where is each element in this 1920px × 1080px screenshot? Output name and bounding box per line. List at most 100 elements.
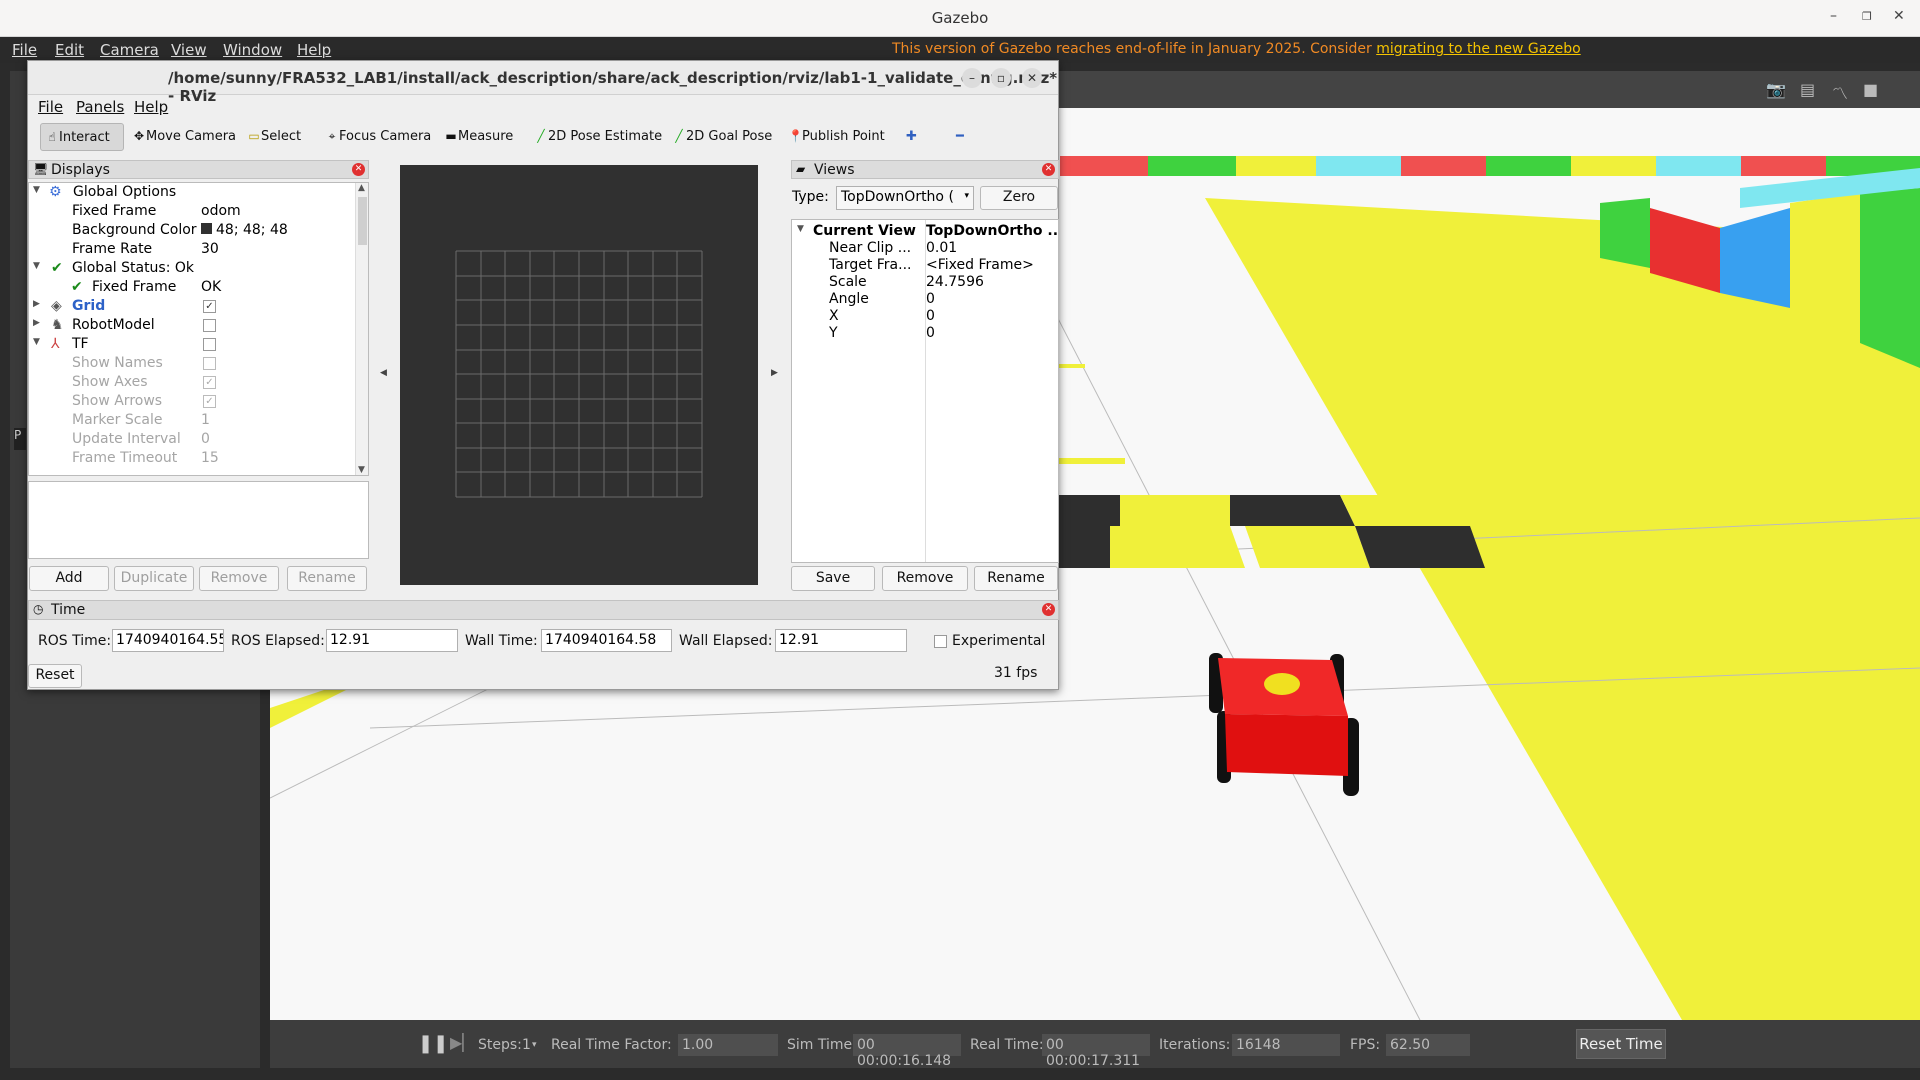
- add-display-button[interactable]: Add: [29, 566, 109, 591]
- tree-row-background-color[interactable]: Background Color 48; 48; 48: [29, 221, 354, 240]
- tree-row-grid[interactable]: ▶ ◈ Grid ✓: [29, 297, 354, 316]
- rviz-3d-view[interactable]: [400, 165, 758, 585]
- tool-measure[interactable]: ▬Measure: [440, 123, 517, 151]
- displays-tree[interactable]: ▼ ⚙ Global Options Fixed Frame odom Backgro…: [28, 182, 369, 476]
- remove-tool-icon[interactable]: ━: [952, 123, 968, 151]
- tree-row-marker-scale[interactable]: Marker Scale 1: [29, 411, 354, 430]
- plot-icon[interactable]: 〽: [1832, 80, 1848, 104]
- maximize-icon[interactable]: ❐: [1862, 10, 1872, 23]
- views-row-scale[interactable]: Scale 24.7596: [792, 273, 1058, 290]
- duplicate-display-button[interactable]: Duplicate: [114, 566, 194, 591]
- tool-interact[interactable]: ☝ Interact: [40, 123, 124, 151]
- robot-model-checkbox[interactable]: [203, 319, 216, 332]
- scroll-thumb[interactable]: [358, 197, 367, 245]
- tree-row-frame-timeout[interactable]: Frame Timeout 15: [29, 449, 354, 468]
- wall-time-field[interactable]: 1740940164.58: [541, 629, 672, 652]
- scroll-down-icon[interactable]: ▼: [358, 465, 365, 475]
- time-reset-button[interactable]: Reset: [28, 664, 82, 688]
- views-row-x[interactable]: X0: [792, 307, 1058, 324]
- rviz-menu-panels[interactable]: Panels: [76, 98, 124, 116]
- tree-row-tf[interactable]: ▼ ⅄ TF: [29, 335, 354, 354]
- step-icon[interactable]: ▶▏: [450, 1033, 475, 1052]
- video-icon[interactable]: ■: [1863, 80, 1878, 99]
- tool-focus-camera[interactable]: ⌖ Focus Camera: [321, 123, 435, 151]
- fps-readout: 31 fps: [994, 665, 1038, 681]
- minimize-icon[interactable]: –: [1830, 8, 1837, 24]
- views-type-dropdown[interactable]: TopDownOrtho ( ▾: [836, 186, 974, 210]
- views-zero-button[interactable]: Zero: [980, 186, 1058, 210]
- menu-window[interactable]: Window: [223, 41, 282, 59]
- scroll-up-icon[interactable]: ▲: [358, 183, 365, 193]
- ros-time-label: ROS Time:: [38, 633, 112, 649]
- add-tool-icon[interactable]: ✚: [902, 123, 921, 151]
- displays-close-icon[interactable]: ✕: [352, 163, 365, 176]
- close-icon[interactable]: ✕: [1893, 8, 1905, 24]
- collapse-right-icon[interactable]: ▶: [771, 368, 778, 378]
- tree-row-global-status[interactable]: ▼ ✔ Global Status: Ok: [29, 259, 354, 278]
- rviz-maximize-icon[interactable]: ▫: [991, 68, 1011, 88]
- menu-help[interactable]: Help: [297, 41, 331, 59]
- reset-time-button[interactable]: Reset Time: [1576, 1029, 1666, 1059]
- chevron-down-icon: ▾: [964, 191, 969, 201]
- views-row-angle[interactable]: Angle 0: [792, 290, 1058, 307]
- views-remove-button[interactable]: Remove: [882, 566, 968, 591]
- menu-view[interactable]: View: [171, 41, 207, 59]
- tree-row-global-options[interactable]: ▼ ⚙ Global Options: [29, 183, 354, 202]
- ros-elapsed-field[interactable]: 12.91: [326, 629, 458, 652]
- experimental-checkbox[interactable]: [934, 635, 947, 648]
- tool-2d-goal-pose[interactable]: ╱ 2D Goal Pose: [668, 123, 776, 151]
- views-rename-button[interactable]: Rename: [974, 566, 1058, 591]
- menu-edit[interactable]: Edit: [55, 41, 84, 59]
- wall-time-label: Wall Time:: [465, 633, 538, 649]
- show-axes-checkbox[interactable]: ✓: [203, 376, 216, 389]
- tool-select[interactable]: ▭Select: [243, 123, 305, 151]
- wall-elapsed-field[interactable]: 12.91: [775, 629, 907, 652]
- tree-row-show-names[interactable]: Show Names: [29, 354, 354, 373]
- tool-publish-point[interactable]: 📍Publish Point: [784, 123, 889, 151]
- tree-row-show-arrows[interactable]: Show Arrows ✓: [29, 392, 354, 411]
- tree-row-frame-rate[interactable]: Frame Rate 30: [29, 240, 354, 259]
- views-close-icon[interactable]: ✕: [1042, 163, 1055, 176]
- tf-checkbox[interactable]: [203, 338, 216, 351]
- views-tree[interactable]: ▼ Current View TopDownOrtho ... Near Clip …: [791, 219, 1059, 563]
- views-row-near-clip[interactable]: Near Clip ... 0.01: [792, 239, 1058, 256]
- rviz-minimize-icon[interactable]: –: [962, 68, 982, 88]
- ros-time-field[interactable]: 1740940164.55: [112, 629, 224, 652]
- tree-row-show-axes[interactable]: Show Axes ✓: [29, 373, 354, 392]
- views-row-target-frame[interactable]: Target Fra... <Fixed Frame>: [792, 256, 1058, 273]
- views-type-value: TopDownOrtho (: [841, 189, 954, 205]
- tree-row-status-fixed-frame[interactable]: ✔ Fixed Frame OK: [29, 278, 354, 297]
- pause-icon[interactable]: ❚❚: [418, 1033, 448, 1054]
- collapse-left-icon[interactable]: ◀: [380, 368, 387, 378]
- displays-scrollbar[interactable]: ▲ ▼: [355, 183, 368, 475]
- log-icon[interactable]: ▤: [1800, 80, 1815, 99]
- rtf-label: Real Time Factor:: [551, 1037, 672, 1053]
- tree-row-fixed-frame[interactable]: Fixed Frame odom: [29, 202, 354, 221]
- eol-link[interactable]: migrating to the new Gazebo: [1376, 41, 1581, 57]
- tool-2d-pose-estimate[interactable]: ╱ 2D Pose Estimate: [530, 123, 666, 151]
- rviz-close-icon[interactable]: ✕: [1022, 68, 1042, 88]
- rename-display-button[interactable]: Rename: [287, 566, 367, 591]
- views-row-current-view[interactable]: ▼ Current View TopDownOrtho ...: [792, 222, 1058, 239]
- views-row-y[interactable]: Y0: [792, 324, 1058, 341]
- rviz-menu-file[interactable]: File: [38, 98, 63, 116]
- steps-value[interactable]: 1: [522, 1037, 531, 1053]
- remove-display-button[interactable]: Remove: [199, 566, 279, 591]
- show-arrows-checkbox[interactable]: ✓: [203, 395, 216, 408]
- screenshot-icon[interactable]: 📷: [1766, 80, 1786, 99]
- time-close-icon[interactable]: ✕: [1042, 603, 1055, 616]
- menu-file[interactable]: File: [12, 41, 37, 59]
- views-save-button[interactable]: Save: [791, 566, 875, 591]
- tool-move-camera[interactable]: ✥ Move Camera: [128, 123, 240, 151]
- displays-title: Displays: [51, 162, 110, 178]
- iterations-value: 16148: [1232, 1034, 1340, 1056]
- display-description-box: [28, 481, 369, 559]
- grid-checkbox[interactable]: ✓: [203, 300, 216, 313]
- left-panel-tab[interactable]: P: [14, 428, 26, 450]
- tree-row-robot-model[interactable]: ▶ ♞ RobotModel: [29, 316, 354, 335]
- menu-camera[interactable]: Camera: [100, 41, 159, 59]
- steps-dropdown-icon[interactable]: ▾: [532, 1040, 537, 1050]
- show-names-checkbox[interactable]: [203, 357, 216, 370]
- rviz-menu-help[interactable]: Help: [134, 98, 168, 116]
- tree-row-update-interval[interactable]: Update Interval 0: [29, 430, 354, 449]
